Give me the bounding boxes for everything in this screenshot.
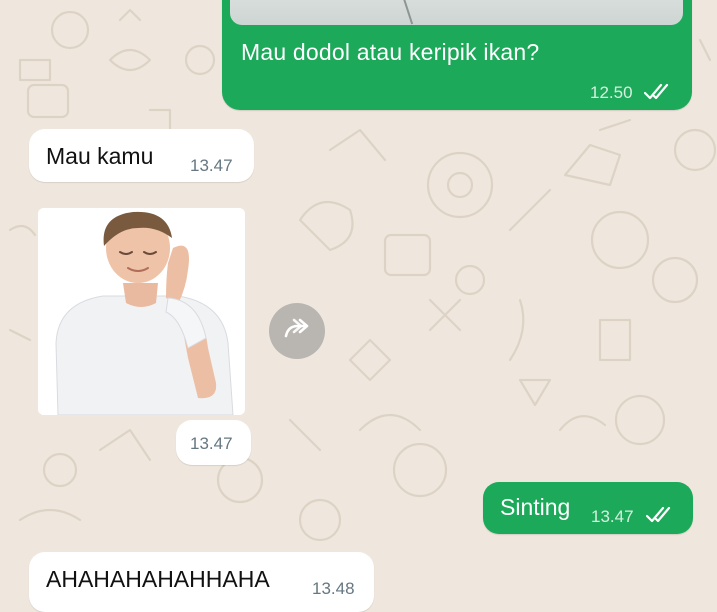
outgoing-message-bubble[interactable]: Sinting 13.47 <box>483 482 693 534</box>
message-text: AHAHAHAHAHHAHA <box>46 566 270 592</box>
message-text: Mau kamu <box>46 143 154 169</box>
forward-icon <box>282 318 312 345</box>
message-time: 13.47 <box>190 156 233 175</box>
attached-photo[interactable] <box>230 0 683 25</box>
forward-button[interactable] <box>269 303 325 359</box>
outgoing-message-bubble[interactable]: Mau dodol atau keripik ikan? 12.50 <box>222 0 692 110</box>
message-text: Sinting <box>500 494 571 520</box>
message-time: 12.50 <box>590 83 633 102</box>
sticker-image[interactable] <box>38 208 245 415</box>
sticker-time-chip: 13.47 <box>176 420 251 465</box>
incoming-message-bubble[interactable]: Mau kamu 13.47 <box>29 129 254 182</box>
message-text: Mau dodol atau keripik ikan? <box>241 39 540 65</box>
incoming-message-bubble[interactable]: AHAHAHAHAHHAHA 13.48 <box>29 552 374 612</box>
message-time: 13.47 <box>190 434 233 453</box>
double-check-icon <box>645 505 676 530</box>
message-time: 13.48 <box>312 579 355 598</box>
message-time: 13.47 <box>591 507 634 526</box>
double-check-icon <box>643 82 674 107</box>
